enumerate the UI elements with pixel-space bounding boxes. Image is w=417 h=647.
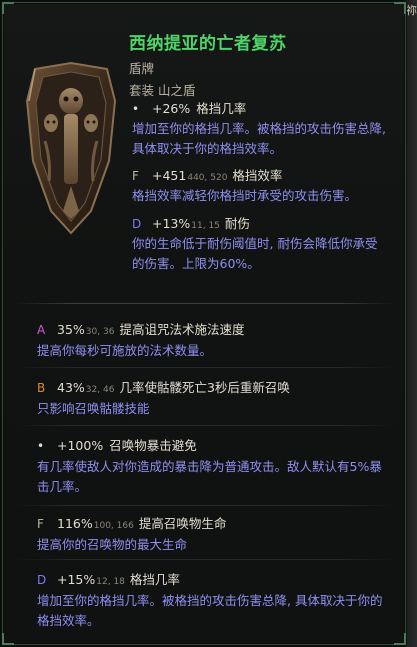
affix-value: +100% [57,438,104,453]
affix-range: 11, 15 [191,221,220,231]
affix-block: D +13% 11, 15 耐伤 你的生命低于耐伤阈值时, 耐伤会降低你承受的伤… [132,213,387,274]
affix-description: 你的生命低于耐伤阈值时, 耐伤会降低你承受的伤害。上限为60%。 [132,236,378,271]
affix-description: 只影响召唤骷髅技能 [37,401,150,416]
affix-value: 35% [57,322,85,337]
bullet-icon: • [132,102,140,116]
affix-name: 召唤物暴击避免 [109,438,197,453]
bullet-icon: • [37,439,45,453]
frame-corner [2,2,14,14]
item-type: 盾牌 [129,61,155,76]
affix-row: B 43% 32, 46 几率使骷髅死亡3秒后重新召唤 [37,377,389,396]
affix-value: +13% [152,216,191,231]
item-header: 西纳提亚的亡者复苏 盾牌 套装 山之盾 [129,29,385,99]
affix-name: 格挡几率 [129,572,180,587]
frame-corner [394,2,406,14]
aspect-block: B 43% 32, 46 几率使骷髅死亡3秒后重新召唤 只影响召唤骷髅技能 [37,377,389,419]
affix-range: 100, 166 [93,521,134,531]
item-set-line: 套装 山之盾 [129,83,196,98]
affix-value: +26% [152,101,191,116]
affix-description: 增加至你的格挡几率。被格挡的攻击伤害总降, 具体取决于你的格挡效率。 [132,121,386,156]
affix-range: 32, 46 [85,385,115,395]
item-tooltip: 西纳提亚的亡者复苏 盾牌 套装 山之盾 • +26% 格挡几率 增加至你的格挡几… [2,2,406,645]
affix-name: 提高召唤物生命 [138,516,227,531]
section-divider [15,303,395,304]
background-panel-edge [405,0,417,647]
affix-description: 提高你每秒可施放的法术数量。 [37,343,213,358]
affix-grade-icon: F [37,517,44,531]
item-name: 西纳提亚的亡者复苏 [129,34,287,54]
affix-row: • +100% 召唤物暴击避免 [37,435,389,454]
aspect-block: • +100% 召唤物暴击避免 有几率使敌人对你造成的暴击降为普通攻击。敌人默认… [37,435,389,497]
affix-row: D +15% 12, 18 格挡几率 [37,569,389,588]
affix-name: 格挡效率 [232,168,283,183]
affix-row: A 35% 30, 36 提高诅咒法术施法速度 [37,319,389,338]
tower-shield-icon [25,61,117,235]
affix-grade-icon: D [132,217,142,231]
affix-row: F +451 440, 520 格挡效率 [132,165,387,184]
affix-range: 440, 520 [187,173,228,183]
affix-range: 30, 36 [85,327,115,337]
affix-description: 增加至你的格挡几率。被格挡的攻击伤害总降, 具体取决于你的格挡效率。 [37,593,383,628]
affix-description: 提高你的召唤物的最大生命 [37,537,188,552]
background-edge-text: 祢 [406,4,417,17]
aspect-block: D +15% 12, 18 格挡几率 增加至你的格挡几率。被格挡的攻击伤害总降,… [37,569,389,631]
affix-value: +15% [57,572,96,587]
affix-name: 格挡几率 [196,101,247,116]
affix-description: 格挡效率减轻你格挡时承受的攻击伤害。 [132,188,358,203]
affix-range: 12, 18 [96,577,125,587]
aspect-block: F 116% 100, 166 提高召唤物生命 提高你的召唤物的最大生命 [37,513,389,555]
affix-description: 有几率使敌人对你造成的暴击降为普通攻击。敌人默认有5%暴击几率。 [37,459,382,494]
section-divider [15,559,395,560]
affix-grade-icon: F [132,169,139,183]
section-divider [15,425,395,426]
affix-value: 116% [57,516,93,531]
affix-block: F +451 440, 520 格挡效率 格挡效率减轻你格挡时承受的攻击伤害。 [132,165,387,206]
section-divider [15,367,395,368]
affix-value: +451 [152,168,187,183]
affix-name: 耐伤 [224,216,250,231]
affix-row: D +13% 11, 15 耐伤 [132,213,387,232]
affix-grade-icon: B [37,381,46,395]
affix-grade-icon: A [37,323,46,337]
affix-name: 几率使骷髅死亡3秒后重新召唤 [119,380,290,395]
section-divider [15,505,395,506]
affix-row: F 116% 100, 166 提高召唤物生命 [37,513,389,532]
frame-corner [394,633,406,645]
aspect-block: A 35% 30, 36 提高诅咒法术施法速度 提高你每秒可施放的法术数量。 [37,319,389,361]
affix-block: • +26% 格挡几率 增加至你的格挡几率。被格挡的攻击伤害总降, 具体取决于你… [132,98,387,159]
affix-value: 43% [57,380,85,395]
affix-row: • +26% 格挡几率 [132,98,387,117]
affix-grade-icon: D [37,573,47,587]
frame-corner [2,633,14,645]
affix-name: 提高诅咒法术施法速度 [119,322,245,337]
